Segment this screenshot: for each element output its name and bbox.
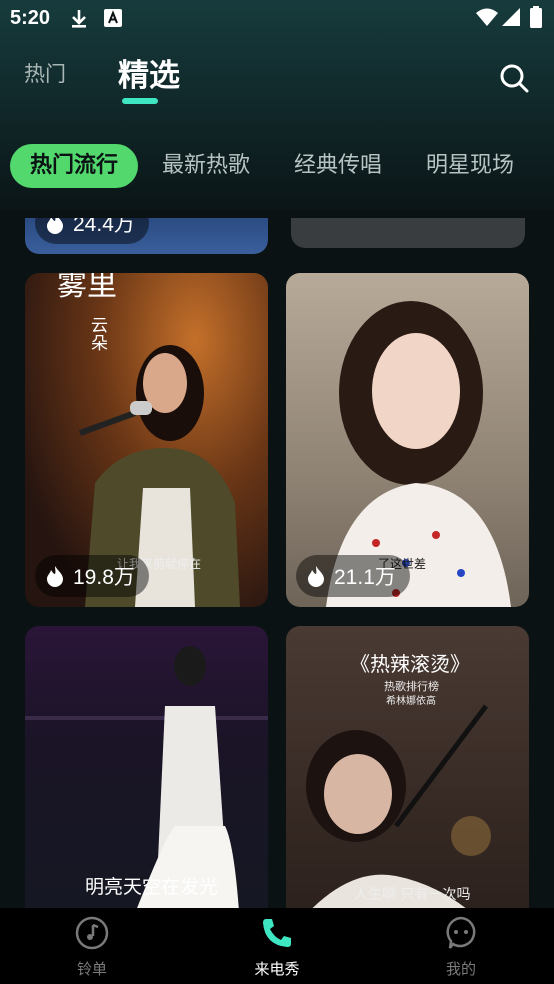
play-count-badge: 24.4万 — [35, 218, 149, 244]
play-count: 24.4万 — [73, 218, 135, 236]
tab-indicator — [122, 98, 158, 104]
nav-ringtone[interactable]: 铃单 — [42, 916, 142, 979]
phone-icon — [263, 919, 291, 947]
video-grid: 24.4万 雾里 云朵 让我来剪就停在 19.8万 了这世差 21.1万 明亮天… — [0, 218, 554, 908]
chip-classics[interactable]: 经典传唱 — [294, 144, 382, 188]
card-caption: 人生啊 只有一次吗 — [354, 887, 471, 903]
tab-selected[interactable]: 精选 — [118, 50, 180, 95]
download-icon — [72, 10, 86, 28]
search-icon[interactable] — [498, 62, 530, 94]
video-card[interactable] — [291, 218, 525, 248]
card-title-small: 云朵 — [91, 316, 108, 354]
status-bar: 5:20 — [0, 0, 554, 36]
chip-star-live[interactable]: 明星现场 — [426, 144, 514, 188]
wifi-icon — [476, 8, 498, 26]
video-card[interactable]: 明亮天空在发光 — [25, 626, 268, 908]
play-count: 19.8万 — [73, 566, 135, 589]
video-card[interactable]: 24.4万 — [25, 218, 268, 254]
chip-new-songs[interactable]: 最新热歌 — [162, 144, 250, 188]
video-card[interactable]: 《热辣滚烫》 热歌排行榜 希林娜依高 人生啊 只有一次吗 — [286, 626, 529, 908]
flame-icon — [47, 218, 63, 234]
video-card[interactable]: 了这世差 21.1万 — [286, 273, 529, 607]
flame-icon — [47, 566, 63, 587]
card-caption: 明亮天空在发光 — [85, 876, 219, 898]
card-line2: 希林娜依高 — [386, 696, 436, 707]
signal-icon — [502, 8, 520, 26]
flame-icon — [308, 566, 324, 587]
video-card[interactable]: 雾里 云朵 让我来剪就停在 19.8万 — [25, 273, 268, 607]
tab-hot[interactable]: 热门 — [24, 58, 66, 88]
status-time: 5:20 — [10, 7, 51, 29]
card-title-big: 雾里 — [57, 273, 117, 303]
user-face-icon — [446, 916, 476, 949]
card-title: 《热辣滚烫》 — [350, 652, 470, 676]
chip-hot-pop[interactable]: 热门流行 — [10, 144, 139, 188]
play-count-badge: 19.8万 — [35, 555, 149, 597]
battery-icon — [530, 6, 542, 28]
singer-stage — [25, 646, 268, 908]
category-chips: 热门流行 最新热歌 经典传唱 明星现场 — [0, 140, 554, 196]
music-disc-icon — [75, 916, 109, 950]
nav-call-show[interactable]: 来电秀 — [227, 916, 327, 979]
nav-label: 铃单 — [76, 960, 107, 978]
play-count: 21.1万 — [334, 566, 396, 589]
nav-mine[interactable]: 我的 — [411, 916, 511, 979]
nav-label: 来电秀 — [254, 960, 300, 978]
nav-label: 我的 — [445, 960, 476, 978]
font-icon — [104, 9, 122, 27]
play-count-badge: 21.1万 — [296, 555, 410, 597]
bottom-nav: 铃单 来电秀 我的 — [0, 908, 554, 984]
